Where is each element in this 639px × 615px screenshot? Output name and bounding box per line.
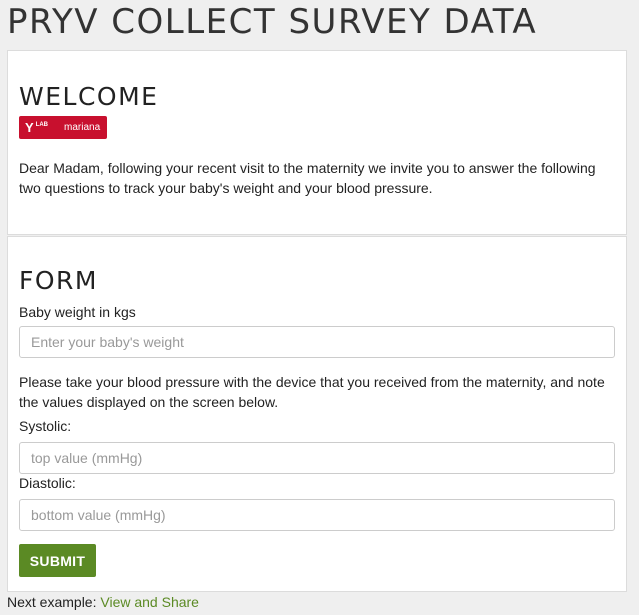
- logo-letter: Y: [25, 120, 34, 135]
- ylab-logo-icon: Y LAB: [25, 121, 48, 134]
- form-heading: FORM: [19, 266, 98, 295]
- baby-weight-label: Baby weight in kgs: [19, 304, 136, 320]
- baby-weight-input[interactable]: [19, 326, 615, 358]
- submit-button[interactable]: SUBMIT: [19, 544, 96, 577]
- badge-name: mariana: [64, 122, 101, 133]
- systolic-label: Systolic:: [19, 418, 72, 434]
- welcome-message: Dear Madam, following your recent visit …: [19, 160, 596, 196]
- welcome-heading: WELCOME: [19, 82, 159, 111]
- logo-sup: LAB: [35, 122, 49, 128]
- footer-prefix: Next example:: [7, 594, 97, 610]
- mariana-badge: Y LAB mariana: [19, 116, 107, 139]
- form-section: FORM Baby weight in kgs Please take your…: [7, 236, 627, 592]
- systolic-input[interactable]: [19, 442, 615, 474]
- page-title: PRYV COLLECT SURVEY DATA: [7, 2, 538, 42]
- welcome-section: WELCOME Y LAB mariana Dear Madam, followi…: [7, 50, 627, 235]
- view-and-share-link[interactable]: View and Share: [100, 594, 199, 610]
- diastolic-input[interactable]: [19, 499, 615, 531]
- diastolic-label: Diastolic:: [19, 475, 76, 491]
- blood-pressure-instructions: Please take your blood pressure with the…: [19, 374, 605, 410]
- footer: Next example: View and Share: [7, 594, 199, 610]
